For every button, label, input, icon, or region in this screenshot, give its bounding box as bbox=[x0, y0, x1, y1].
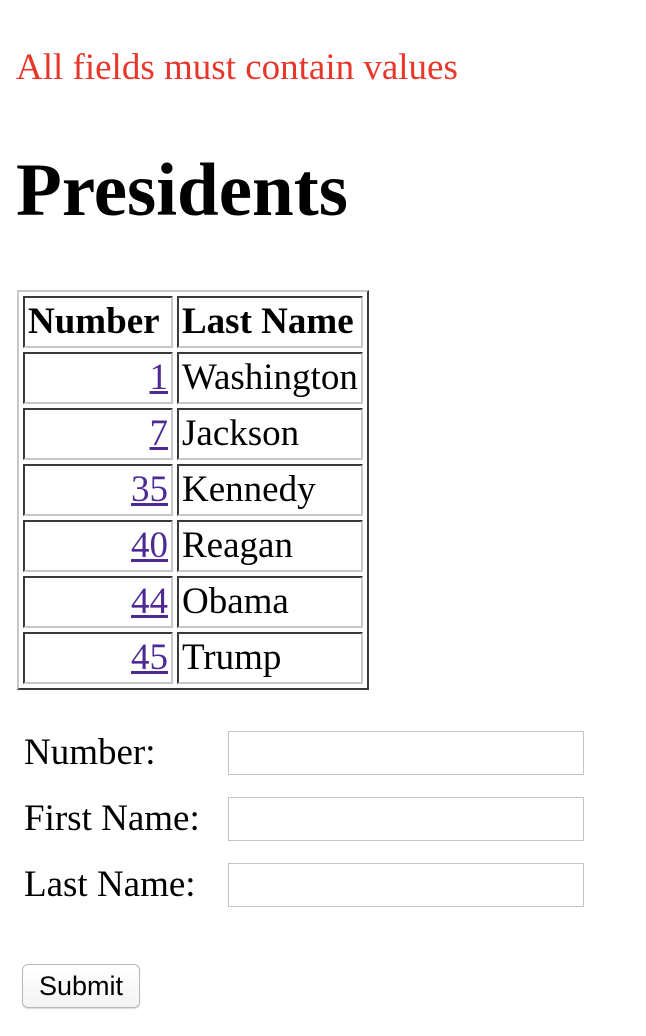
president-number-link[interactable]: 45 bbox=[131, 637, 168, 678]
president-number-link[interactable]: 1 bbox=[150, 357, 169, 398]
table-row: 7 Jackson bbox=[23, 408, 363, 460]
last-name-cell: Trump bbox=[177, 632, 363, 684]
table-row: 44 Obama bbox=[23, 576, 363, 628]
last-name-row: Last Name: bbox=[24, 860, 584, 910]
table-row: 40 Reagan bbox=[23, 520, 363, 572]
last-name-cell: Jackson bbox=[177, 408, 363, 460]
table-row: 1 Washington bbox=[23, 352, 363, 404]
number-label: Number: bbox=[24, 732, 156, 773]
last-name-field[interactable] bbox=[228, 863, 584, 907]
last-name-cell: Obama bbox=[177, 576, 363, 628]
number-cell: 40 bbox=[23, 520, 173, 572]
president-number-link[interactable]: 7 bbox=[150, 413, 169, 454]
table-row: 35 Kennedy bbox=[23, 464, 363, 516]
number-row: Number: bbox=[24, 728, 584, 778]
column-header-number: Number bbox=[23, 296, 173, 348]
first-name-row: First Name: bbox=[24, 794, 584, 844]
number-field[interactable] bbox=[228, 731, 584, 775]
table-row: 45 Trump bbox=[23, 632, 363, 684]
number-cell: 45 bbox=[23, 632, 173, 684]
last-name-cell: Reagan bbox=[177, 520, 363, 572]
add-president-form: Number: First Name: Last Name: bbox=[24, 728, 584, 926]
error-message: All fields must contain values bbox=[16, 47, 458, 88]
column-header-last-name: Last Name bbox=[177, 296, 363, 348]
submit-button[interactable]: Submit bbox=[22, 964, 141, 1008]
number-cell: 1 bbox=[23, 352, 173, 404]
first-name-field[interactable] bbox=[228, 797, 584, 841]
presidents-table: Number Last Name 1 Washington 7 Jackson … bbox=[17, 290, 369, 690]
first-name-label: First Name: bbox=[24, 798, 200, 839]
number-cell: 35 bbox=[23, 464, 173, 516]
number-cell: 7 bbox=[23, 408, 173, 460]
last-name-cell: Washington bbox=[177, 352, 363, 404]
president-number-link[interactable]: 40 bbox=[131, 525, 168, 566]
last-name-label: Last Name: bbox=[24, 864, 196, 905]
last-name-cell: Kennedy bbox=[177, 464, 363, 516]
table-header-row: Number Last Name bbox=[23, 296, 363, 348]
number-cell: 44 bbox=[23, 576, 173, 628]
page-title: Presidents bbox=[16, 149, 348, 232]
president-number-link[interactable]: 35 bbox=[131, 469, 168, 510]
president-number-link[interactable]: 44 bbox=[131, 581, 168, 622]
